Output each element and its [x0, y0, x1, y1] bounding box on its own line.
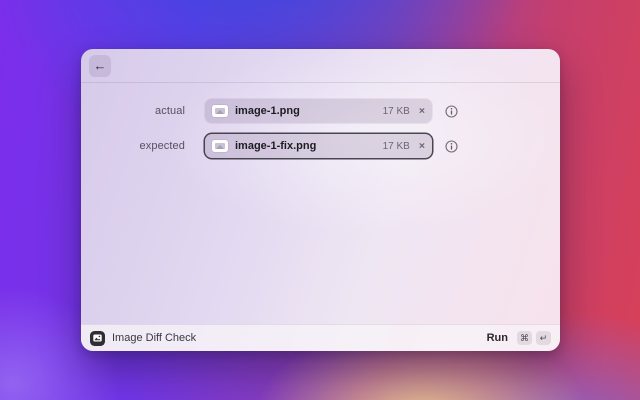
file-name: image-1.png [235, 105, 300, 117]
file-size: 17 KB [382, 140, 410, 152]
status-bar: Image Diff Check Run ⌘ ↵ [81, 324, 560, 351]
file-chip-expected[interactable]: image-1-fix.png 17 KB × [205, 134, 432, 158]
file-thumbnail-icon [212, 105, 228, 117]
back-arrow-icon: ← [93, 58, 107, 73]
form: actual image-1.png 17 KB × expected imag… [81, 83, 560, 158]
extension-image-icon [90, 330, 105, 346]
run-button[interactable]: Run ⌘ ↵ [487, 331, 551, 345]
file-name: image-1-fix.png [235, 140, 317, 152]
field-label-expected: expected [139, 140, 185, 152]
return-key-icon: ↵ [536, 331, 551, 345]
remove-file-icon[interactable]: × [417, 141, 425, 152]
file-chip-actual[interactable]: image-1.png 17 KB × [205, 99, 432, 123]
run-label: Run [486, 332, 508, 344]
info-icon[interactable] [445, 139, 458, 153]
back-button[interactable]: ← [89, 54, 111, 77]
form-row-actual: actual image-1.png 17 KB × [81, 99, 560, 123]
command-key-icon: ⌘ [517, 331, 532, 345]
window-header: ← [81, 49, 560, 83]
form-row-expected: expected image-1-fix.png 17 KB × [81, 134, 560, 158]
app-window: ← actual image-1.png 17 KB × expected im… [81, 49, 560, 351]
info-icon[interactable] [445, 104, 458, 118]
file-size: 17 KB [382, 105, 410, 117]
field-label-actual: actual [155, 105, 185, 117]
remove-file-icon[interactable]: × [417, 106, 425, 117]
file-thumbnail-icon [212, 140, 228, 152]
command-name: Image Diff Check [112, 332, 197, 344]
